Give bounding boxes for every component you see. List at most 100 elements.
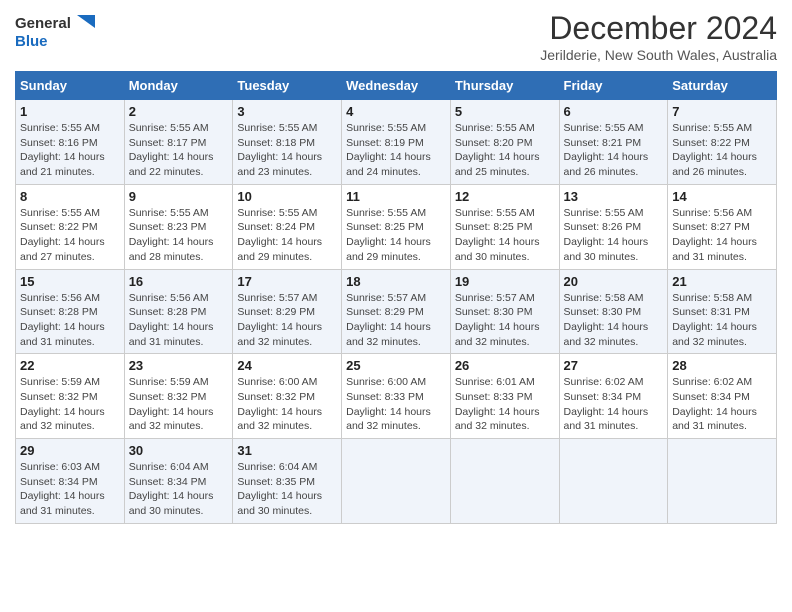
calendar-cell: 3 Sunrise: 5:55 AMSunset: 8:18 PMDaylight…: [233, 100, 342, 185]
calendar-week-3: 15 Sunrise: 5:56 AMSunset: 8:28 PMDayligh…: [16, 269, 777, 354]
day-detail: Sunrise: 5:55 AMSunset: 8:22 PMDaylight:…: [672, 121, 772, 180]
day-detail: Sunrise: 5:59 AMSunset: 8:32 PMDaylight:…: [129, 375, 229, 434]
day-detail: Sunrise: 5:55 AMSunset: 8:16 PMDaylight:…: [20, 121, 120, 180]
day-number: 29: [20, 443, 120, 458]
svg-text:Blue: Blue: [15, 33, 48, 50]
calendar-cell: 26 Sunrise: 6:01 AMSunset: 8:33 PMDayligh…: [450, 354, 559, 439]
day-detail: Sunrise: 5:59 AMSunset: 8:32 PMDaylight:…: [20, 375, 120, 434]
day-detail: Sunrise: 5:55 AMSunset: 8:19 PMDaylight:…: [346, 121, 446, 180]
day-detail: Sunrise: 5:55 AMSunset: 8:17 PMDaylight:…: [129, 121, 229, 180]
day-number: 18: [346, 274, 446, 289]
day-detail: Sunrise: 5:56 AMSunset: 8:28 PMDaylight:…: [20, 291, 120, 350]
calendar-week-2: 8 Sunrise: 5:55 AMSunset: 8:22 PMDaylight…: [16, 184, 777, 269]
day-detail: Sunrise: 5:55 AMSunset: 8:18 PMDaylight:…: [237, 121, 337, 180]
day-detail: Sunrise: 6:02 AMSunset: 8:34 PMDaylight:…: [564, 375, 664, 434]
day-number: 10: [237, 189, 337, 204]
day-number: 23: [129, 358, 229, 373]
day-detail: Sunrise: 5:55 AMSunset: 8:25 PMDaylight:…: [346, 206, 446, 265]
calendar-cell: 20 Sunrise: 5:58 AMSunset: 8:30 PMDayligh…: [559, 269, 668, 354]
day-number: 7: [672, 104, 772, 119]
day-detail: Sunrise: 5:55 AMSunset: 8:25 PMDaylight:…: [455, 206, 555, 265]
day-number: 11: [346, 189, 446, 204]
day-detail: Sunrise: 5:58 AMSunset: 8:30 PMDaylight:…: [564, 291, 664, 350]
calendar-cell: 5 Sunrise: 5:55 AMSunset: 8:20 PMDaylight…: [450, 100, 559, 185]
day-number: 12: [455, 189, 555, 204]
calendar-cell: 19 Sunrise: 5:57 AMSunset: 8:30 PMDayligh…: [450, 269, 559, 354]
day-number: 15: [20, 274, 120, 289]
day-number: 24: [237, 358, 337, 373]
day-detail: Sunrise: 5:56 AMSunset: 8:28 PMDaylight:…: [129, 291, 229, 350]
calendar-cell: 14Sunrise: 5:56 AMSunset: 8:27 PMDayligh…: [668, 184, 777, 269]
calendar-cell: 24 Sunrise: 6:00 AMSunset: 8:32 PMDayligh…: [233, 354, 342, 439]
calendar-cell: 7 Sunrise: 5:55 AMSunset: 8:22 PMDaylight…: [668, 100, 777, 185]
day-number: 22: [20, 358, 120, 373]
calendar-cell: 18Sunrise: 5:57 AMSunset: 8:29 PMDayligh…: [342, 269, 451, 354]
calendar-cell: 12 Sunrise: 5:55 AMSunset: 8:25 PMDayligh…: [450, 184, 559, 269]
day-number: 19: [455, 274, 555, 289]
day-number: 30: [129, 443, 229, 458]
day-detail: Sunrise: 5:55 AMSunset: 8:24 PMDaylight:…: [237, 206, 337, 265]
header-tuesday: Tuesday: [233, 72, 342, 100]
day-detail: Sunrise: 6:04 AMSunset: 8:34 PMDaylight:…: [129, 460, 229, 519]
calendar-cell: 11 Sunrise: 5:55 AMSunset: 8:25 PMDayligh…: [342, 184, 451, 269]
day-detail: Sunrise: 6:00 AMSunset: 8:33 PMDaylight:…: [346, 375, 446, 434]
day-number: 16: [129, 274, 229, 289]
day-detail: Sunrise: 5:55 AMSunset: 8:22 PMDaylight:…: [20, 206, 120, 265]
calendar-cell: 29Sunrise: 6:03 AMSunset: 8:34 PMDayligh…: [16, 439, 125, 524]
calendar-cell: 21Sunrise: 5:58 AMSunset: 8:31 PMDayligh…: [668, 269, 777, 354]
day-detail: Sunrise: 5:55 AMSunset: 8:20 PMDaylight:…: [455, 121, 555, 180]
header-sunday: Sunday: [16, 72, 125, 100]
day-number: 28: [672, 358, 772, 373]
day-number: 31: [237, 443, 337, 458]
logo: General Blue: [15, 10, 95, 55]
day-detail: Sunrise: 6:04 AMSunset: 8:35 PMDaylight:…: [237, 460, 337, 519]
day-number: 17: [237, 274, 337, 289]
day-number: 8: [20, 189, 120, 204]
calendar-cell: 17Sunrise: 5:57 AMSunset: 8:29 PMDayligh…: [233, 269, 342, 354]
day-number: 21: [672, 274, 772, 289]
header-wednesday: Wednesday: [342, 72, 451, 100]
day-number: 14: [672, 189, 772, 204]
calendar-cell: 4Sunrise: 5:55 AMSunset: 8:19 PMDaylight…: [342, 100, 451, 185]
logo-svg: General Blue: [15, 10, 95, 55]
day-number: 20: [564, 274, 664, 289]
calendar-cell: 16 Sunrise: 5:56 AMSunset: 8:28 PMDayligh…: [124, 269, 233, 354]
day-number: 26: [455, 358, 555, 373]
day-number: 25: [346, 358, 446, 373]
svg-text:General: General: [15, 15, 71, 32]
calendar-cell: 9Sunrise: 5:55 AMSunset: 8:23 PMDaylight…: [124, 184, 233, 269]
title-block: December 2024 Jerilderie, New South Wale…: [540, 10, 777, 63]
day-number: 5: [455, 104, 555, 119]
day-detail: Sunrise: 5:57 AMSunset: 8:30 PMDaylight:…: [455, 291, 555, 350]
day-number: 27: [564, 358, 664, 373]
calendar-table: SundayMondayTuesdayWednesdayThursdayFrid…: [15, 71, 777, 524]
calendar-week-4: 22 Sunrise: 5:59 AMSunset: 8:32 PMDayligh…: [16, 354, 777, 439]
calendar-cell: 8 Sunrise: 5:55 AMSunset: 8:22 PMDaylight…: [16, 184, 125, 269]
header-monday: Monday: [124, 72, 233, 100]
calendar-cell: 2 Sunrise: 5:55 AMSunset: 8:17 PMDaylight…: [124, 100, 233, 185]
calendar-cell: 6Sunrise: 5:55 AMSunset: 8:21 PMDaylight…: [559, 100, 668, 185]
calendar-cell: 13Sunrise: 5:55 AMSunset: 8:26 PMDayligh…: [559, 184, 668, 269]
day-detail: Sunrise: 6:00 AMSunset: 8:32 PMDaylight:…: [237, 375, 337, 434]
page-header: General Blue December 2024 Jerilderie, N…: [15, 10, 777, 63]
day-number: 3: [237, 104, 337, 119]
calendar-cell: [450, 439, 559, 524]
location-subtitle: Jerilderie, New South Wales, Australia: [540, 47, 777, 63]
calendar-cell: 25 Sunrise: 6:00 AMSunset: 8:33 PMDayligh…: [342, 354, 451, 439]
day-detail: Sunrise: 6:01 AMSunset: 8:33 PMDaylight:…: [455, 375, 555, 434]
calendar-cell: 15 Sunrise: 5:56 AMSunset: 8:28 PMDayligh…: [16, 269, 125, 354]
calendar-week-1: 1Sunrise: 5:55 AMSunset: 8:16 PMDaylight…: [16, 100, 777, 185]
header-saturday: Saturday: [668, 72, 777, 100]
day-detail: Sunrise: 5:55 AMSunset: 8:21 PMDaylight:…: [564, 121, 664, 180]
calendar-cell: [559, 439, 668, 524]
month-year-title: December 2024: [540, 10, 777, 47]
calendar-cell: 31 Sunrise: 6:04 AMSunset: 8:35 PMDayligh…: [233, 439, 342, 524]
day-detail: Sunrise: 5:55 AMSunset: 8:26 PMDaylight:…: [564, 206, 664, 265]
day-header-row: SundayMondayTuesdayWednesdayThursdayFrid…: [16, 72, 777, 100]
day-detail: Sunrise: 5:55 AMSunset: 8:23 PMDaylight:…: [129, 206, 229, 265]
calendar-cell: 28 Sunrise: 6:02 AMSunset: 8:34 PMDayligh…: [668, 354, 777, 439]
day-number: 2: [129, 104, 229, 119]
calendar-cell: [342, 439, 451, 524]
day-detail: Sunrise: 6:02 AMSunset: 8:34 PMDaylight:…: [672, 375, 772, 434]
calendar-cell: 1Sunrise: 5:55 AMSunset: 8:16 PMDaylight…: [16, 100, 125, 185]
